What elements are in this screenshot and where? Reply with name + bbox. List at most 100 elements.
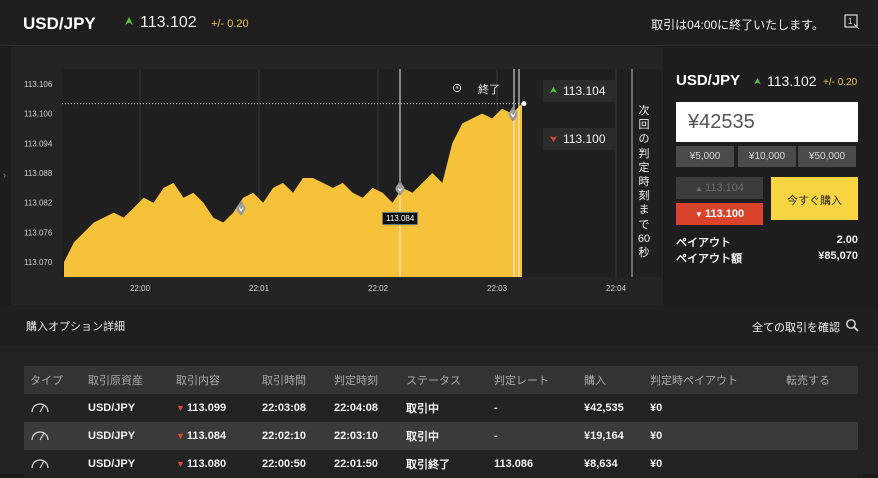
content-value: 113.080 (186, 458, 227, 470)
amount-input[interactable] (676, 102, 858, 142)
asset-pair: USD/JPY (23, 14, 96, 33)
up-arrow-icon (754, 77, 761, 85)
y-tick-label: 113.082 (24, 199, 53, 208)
low-price: 113.100 (563, 132, 606, 146)
history-table: タイプ 取引原資産 取引内容 取引時間 判定時刻 ステータス 判定レート 購入 … (24, 366, 858, 478)
price-change: +/- 0.20 (211, 18, 249, 30)
payout-amount-row: ペイアウト額 ¥85,070 (676, 250, 858, 266)
current-price: 113.102 (140, 14, 197, 31)
y-tick-label: 113.094 (24, 139, 53, 148)
resell-cell[interactable] (780, 422, 858, 450)
svg-text:1: 1 (848, 17, 853, 26)
up-arrow-icon (125, 17, 133, 25)
payout-amount-value: ¥85,070 (818, 250, 858, 262)
trade-current-price: 113.102 (767, 73, 817, 89)
type-cell (24, 422, 82, 450)
down-arrow-icon: ▼ (176, 459, 185, 469)
x-tick-label: 22:00 (130, 284, 151, 293)
history-header (0, 305, 878, 345)
x-tick-label: 22:02 (368, 284, 389, 293)
high-button-label: 113.104 (705, 182, 745, 194)
next-judgement-countdown: 次回の判定時刻まで60秒 (637, 105, 651, 260)
preset-10000-button[interactable]: ¥10,000 (738, 146, 796, 167)
low-button-label: 113.100 (704, 208, 745, 220)
table-row[interactable]: USD/JPY ▼ 113.099 22:03:08 22:04:08 取引中 -… (24, 394, 858, 422)
y-tick-label: 113.070 (24, 258, 53, 267)
x-tick-label: 22:01 (249, 284, 270, 293)
y-tick-label: 113.076 (24, 228, 53, 237)
trade-price-change: +/- 0.20 (823, 77, 858, 88)
column-header: 判定レート (488, 366, 578, 394)
column-header: 購入 (578, 366, 644, 394)
payout-value: 2.00 (836, 234, 858, 246)
judge-cell: 22:03:10 (328, 422, 400, 450)
low-price-box: 113.100 (543, 128, 615, 150)
search-icon[interactable] (845, 318, 859, 332)
up-arrow-icon (549, 86, 558, 94)
y-tick-label: 113.088 (24, 169, 53, 178)
payout-label: ペイアウト (676, 237, 731, 249)
x-tick-label: 22:04 (606, 284, 627, 293)
y-tick-label: 113.106 (24, 80, 53, 89)
payout-cell: ¥0 (644, 394, 780, 422)
content-value: 113.084 (186, 430, 227, 442)
table-header-row: タイプ 取引原資産 取引内容 取引時間 判定時刻 ステータス 判定レート 購入 … (24, 366, 858, 394)
column-header: 取引原資産 (82, 366, 170, 394)
expiry-end-label: 終了 (478, 84, 500, 96)
time-cell: 22:02:10 (256, 422, 328, 450)
asset-cell: USD/JPY (82, 422, 170, 450)
down-arrow-icon: ▼ (694, 210, 705, 219)
low-button[interactable]: ▼ 113.100 (676, 203, 763, 225)
column-header: 判定時ペイアウト (644, 366, 780, 394)
rate-cell: - (488, 394, 578, 422)
expand-icon[interactable]: 1 (844, 14, 860, 30)
entry-marker-dot (508, 110, 518, 120)
judge-cell: 22:04:08 (328, 394, 400, 422)
purchase-cell: ¥19,164 (578, 422, 644, 450)
high-price-box: 113.104 (543, 80, 615, 102)
view-all-trades-link[interactable]: 全ての取引を確認 (752, 319, 840, 335)
column-header: タイプ (24, 366, 82, 394)
entry-marker-dot (395, 184, 405, 194)
content-value: 113.099 (186, 402, 227, 414)
high-price: 113.104 (563, 84, 606, 98)
down-arrow-icon (549, 135, 558, 143)
down-arrow-icon: ▼ (176, 431, 185, 441)
entry-marker-dot (236, 204, 246, 214)
status-cell: 取引中 (400, 394, 488, 422)
rate-cell: - (488, 422, 578, 450)
y-tick-label: 113.100 (24, 110, 53, 119)
gauge-icon (31, 430, 49, 440)
x-tick-label: 22:03 (487, 284, 508, 293)
resell-cell[interactable] (780, 394, 858, 422)
current-rate-dot (521, 101, 527, 107)
column-header: 判定時刻 (328, 366, 400, 394)
gauge-icon (31, 402, 49, 412)
down-arrow-icon: ▼ (176, 403, 185, 413)
purchase-cell: ¥42,535 (578, 394, 644, 422)
preset-5000-button[interactable]: ¥5,000 (676, 146, 734, 167)
content-cell: ▼ 113.099 (170, 394, 256, 422)
asset-cell: USD/JPY (82, 394, 170, 422)
table-row[interactable]: USD/JPY ▼ 113.084 22:02:10 22:03:10 取引中 -… (24, 422, 858, 450)
clock-icon (452, 83, 462, 93)
trading-close-notice: 取引は04:00に終了いたします。 (651, 18, 824, 32)
up-arrow-icon: ▲ (694, 184, 706, 193)
preset-50000-button[interactable]: ¥50,000 (798, 146, 856, 167)
payout-amount-label: ペイアウト額 (676, 253, 742, 265)
type-cell (24, 394, 82, 422)
high-button[interactable]: ▲ 113.104 (676, 177, 763, 199)
history-title: 購入オプション詳細 (26, 321, 125, 333)
content-cell: ▼ 113.084 (170, 422, 256, 450)
column-header: 取引時間 (256, 366, 328, 394)
gauge-icon (31, 458, 49, 468)
time-cell: 22:03:08 (256, 394, 328, 422)
buy-now-button[interactable]: 今すぐ購入 (771, 177, 858, 220)
trade-asset-pair: USD/JPY (676, 72, 741, 89)
payout-row: ペイアウト 2.00 (676, 234, 858, 250)
payout-cell: ¥0 (644, 422, 780, 450)
status-cell: 取引中 (400, 422, 488, 450)
column-header: 転売する (780, 366, 858, 394)
column-header: 取引内容 (170, 366, 256, 394)
column-header: ステータス (400, 366, 488, 394)
